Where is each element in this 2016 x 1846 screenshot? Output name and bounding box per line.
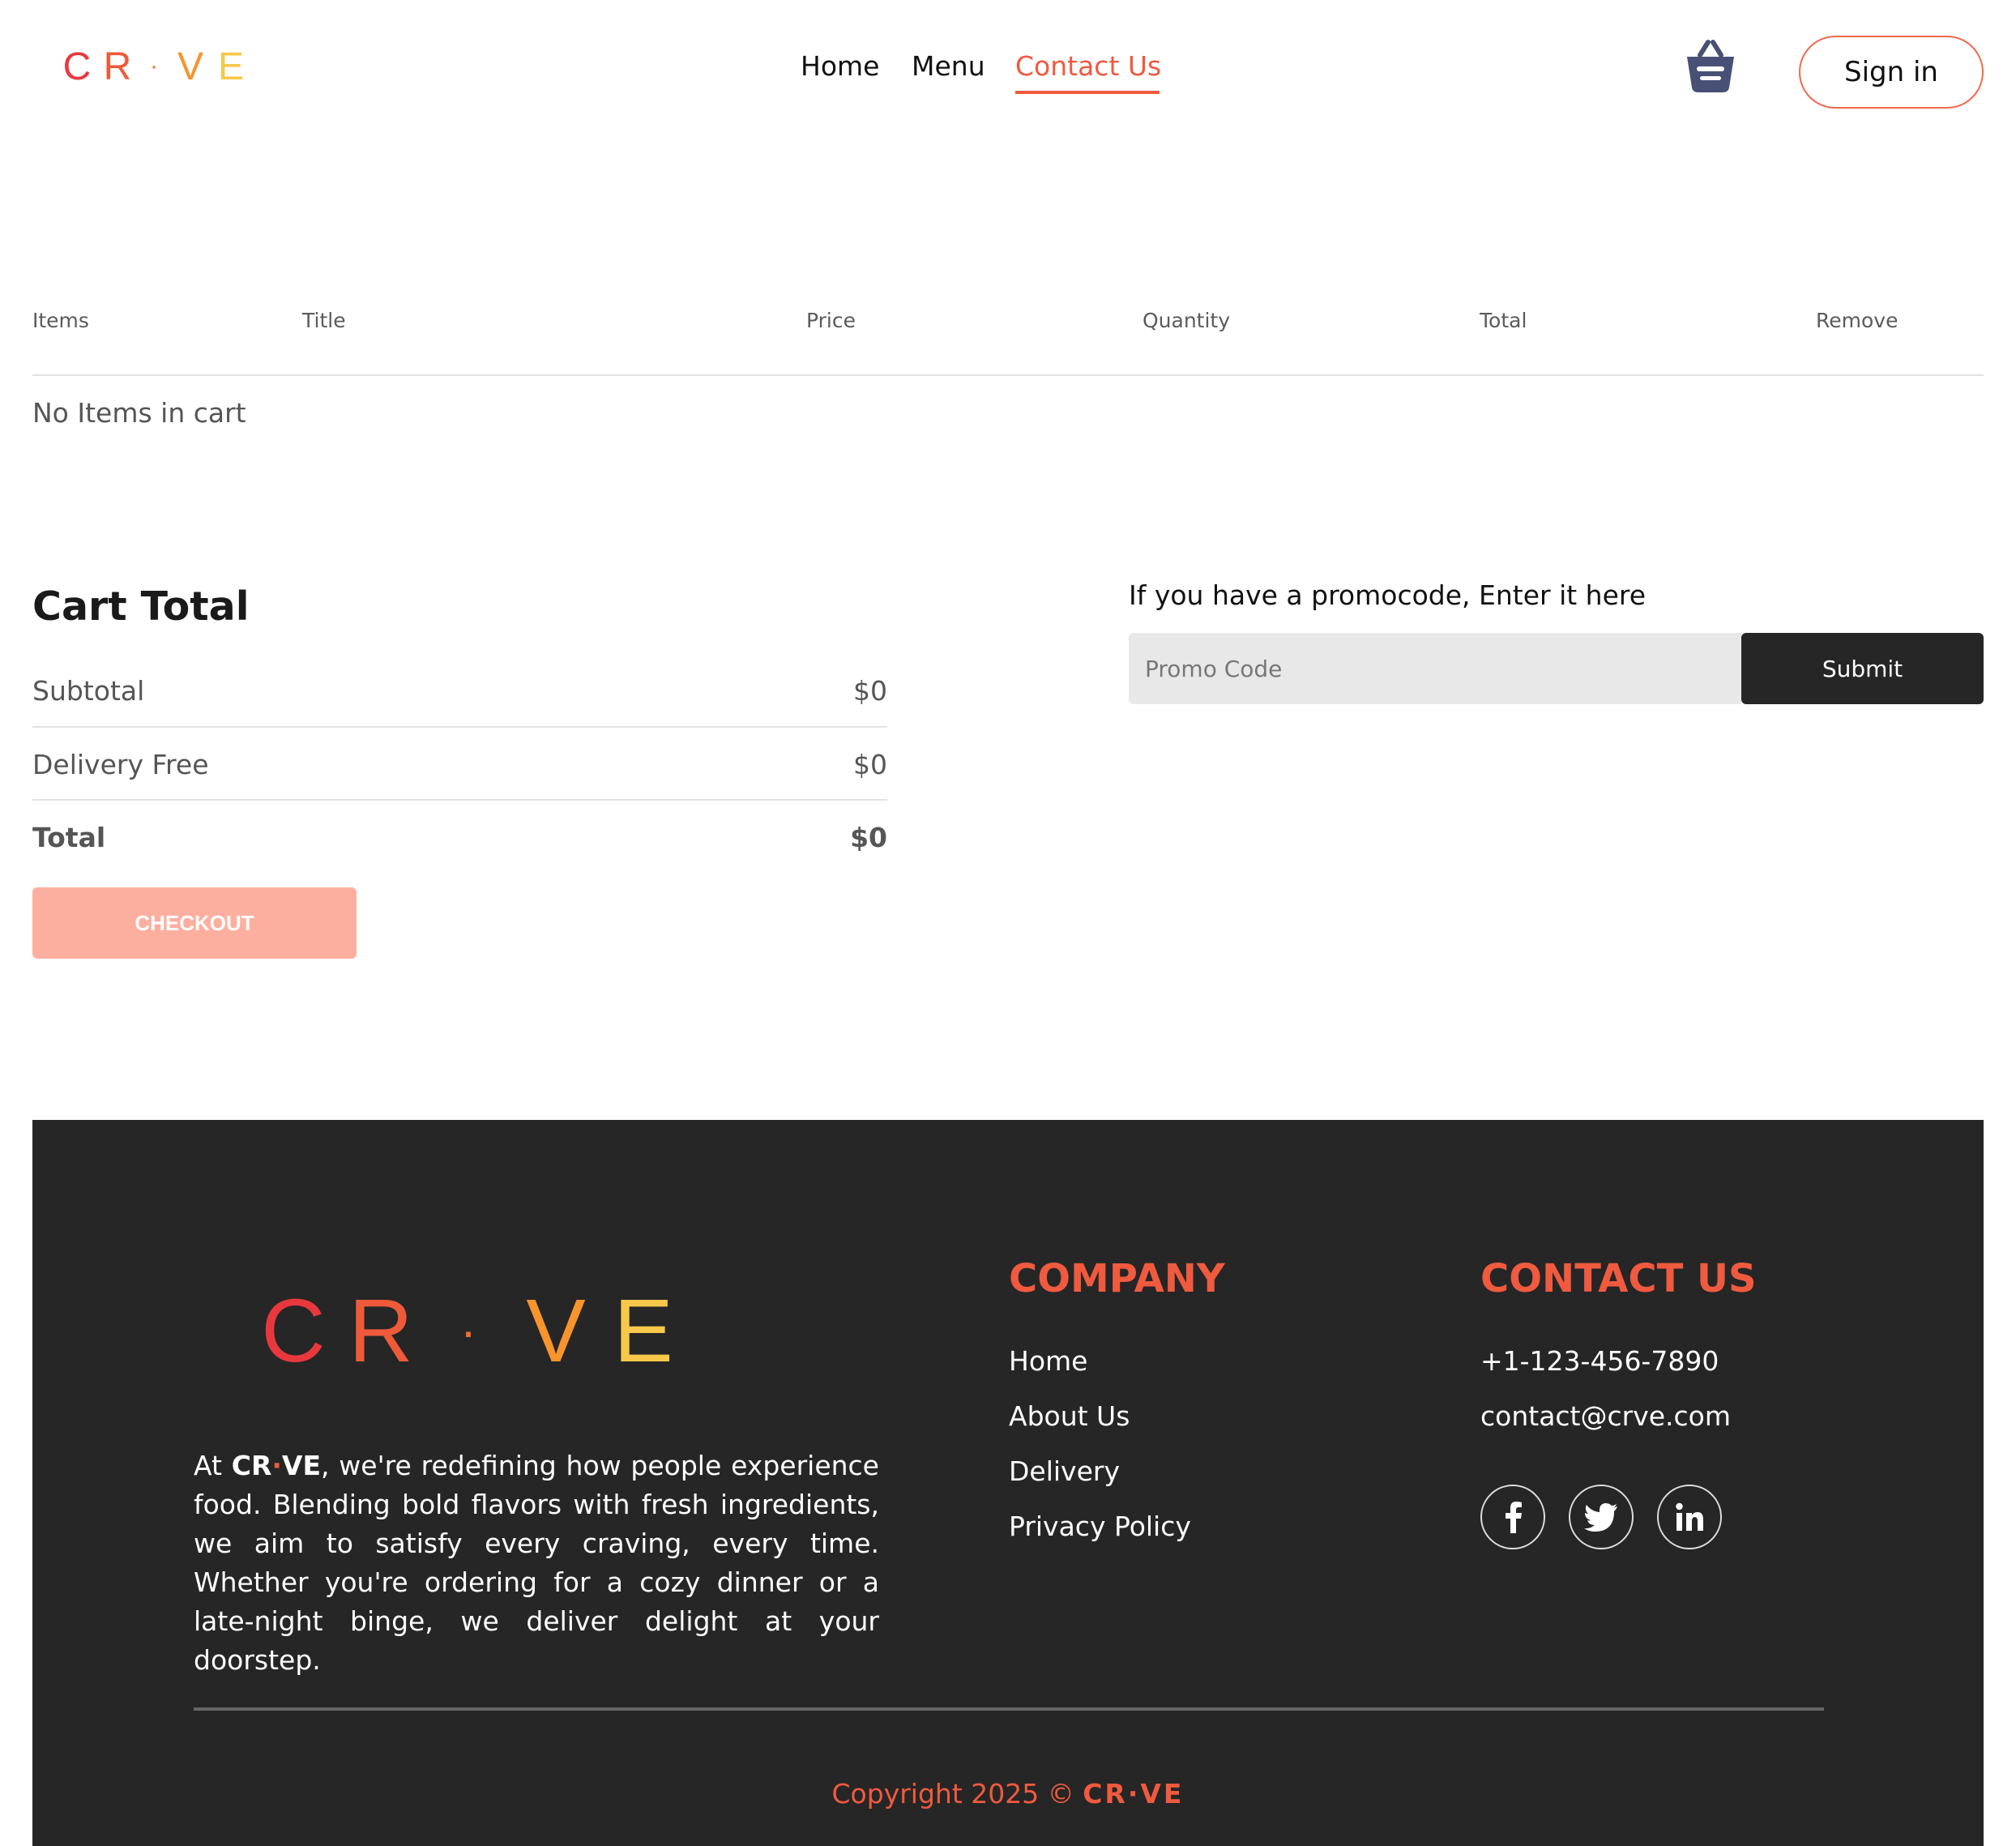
promo-submit-button[interactable]: Submit [1741,633,1984,704]
footer-link-about-us[interactable]: About Us [1009,1400,1130,1432]
logo-letter: C [62,45,92,88]
footer-logo: C R · V E [250,1280,687,1381]
nav-home[interactable]: Home [801,50,879,82]
column-header-items: Items [32,309,89,332]
about-body: , we're redefining how people experience… [194,1450,879,1676]
column-header-title: Title [302,309,346,332]
logo-dot: · [150,53,158,79]
empty-cart-message: No Items in cart [32,397,246,429]
footer-link-privacy-policy[interactable]: Privacy Policy [1009,1511,1191,1542]
delivery-fee-label: Delivery Free [32,748,209,780]
logo-letter: V [177,45,203,88]
twitter-icon[interactable] [1569,1485,1634,1549]
footer-link-home[interactable]: Home [1009,1345,1087,1377]
subtotal-label: Subtotal [32,674,145,707]
copyright: Copyright 2025 © CR·VE [32,1778,1984,1810]
cart-total-heading: Cart Total [32,583,250,630]
about-brand-a: CR [231,1450,272,1481]
column-header-price: Price [806,309,856,332]
copyright-text: Copyright 2025 © [831,1778,1083,1810]
footer: C R · V E At CR·VE, we're redefining how… [32,1120,1984,1846]
footer-link-delivery[interactable]: Delivery [1009,1455,1120,1487]
logo-letter: R [103,45,132,88]
logo-letter: C [261,1280,326,1381]
nav-contact-us[interactable]: Contact Us [1015,50,1161,82]
promo-label: If you have a promocode, Enter it here [1129,579,1647,611]
table-divider [32,374,1984,376]
delivery-fee-row: Delivery Free $0 [32,740,887,788]
company-heading: COMPANY [1009,1256,1225,1301]
column-header-quantity: Quantity [1143,309,1231,332]
footer-divider [194,1707,1824,1711]
contact-email[interactable]: contact@crve.com [1480,1400,1731,1432]
nav-active-underline [1015,91,1160,94]
about-brand-b: VE [281,1450,322,1481]
basket-icon[interactable] [1685,39,1736,94]
nav-menu[interactable]: Menu [912,50,985,82]
logo-letter: R [348,1280,413,1381]
about-brand-dot: · [271,1450,282,1481]
logo-letter: V [526,1280,586,1381]
total-label: Total [32,821,106,853]
contact-heading: CONTACT US [1480,1256,1757,1301]
sign-in-button[interactable]: Sign in [1799,36,1984,109]
subtotal-value: $0 [853,674,887,707]
checkout-button[interactable]: CHECKOUT [32,887,357,959]
logo-dot: · [460,1303,476,1358]
brand-logo[interactable]: C R · V E [57,44,251,89]
contact-phone[interactable]: +1-123-456-7890 [1480,1345,1719,1377]
logo-letter: E [217,45,244,88]
about-prefix: At [194,1450,232,1481]
footer-about-text: At CR·VE, we're redefining how people ex… [194,1446,879,1680]
logo-letter: E [613,1280,673,1381]
facebook-icon[interactable] [1480,1485,1545,1549]
copyright-brand: CR·VE [1083,1778,1185,1810]
column-header-total: Total [1480,309,1527,332]
subtotal-row: Subtotal $0 [32,666,887,715]
column-header-remove: Remove [1816,309,1899,332]
total-row: Total $0 [32,813,887,861]
total-value: $0 [850,821,887,853]
delivery-fee-value: $0 [853,748,887,780]
promo-code-input[interactable] [1129,633,1741,704]
divider [32,799,887,801]
divider [32,726,887,728]
linkedin-icon[interactable] [1657,1485,1722,1549]
